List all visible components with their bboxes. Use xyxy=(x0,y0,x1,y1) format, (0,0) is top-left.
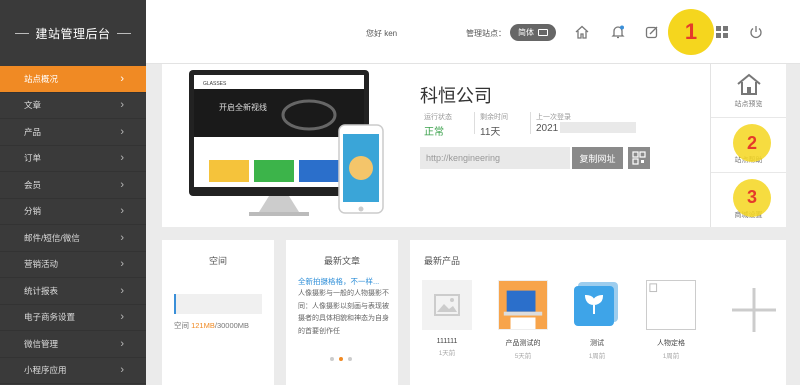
callout-number-3: 3 xyxy=(733,178,771,217)
article-headline-link[interactable]: 全新拍摄格格，不一样... xyxy=(298,276,390,287)
site-overview-card: GLASSES 开启全新视线 科恒公司 运行状态 正常 剩余时间 11天 上一次… xyxy=(162,64,710,227)
sidebar-item-wechat[interactable]: 微信管理 › xyxy=(0,331,146,358)
edit-icon[interactable] xyxy=(642,22,662,42)
chevron-right-icon: › xyxy=(120,99,124,112)
chevron-right-icon: › xyxy=(120,152,124,165)
sidebar: 建站管理后台 站点概况 › 文章 › 产品 › 订单 › 会员 › 分销 › 邮件/短信/微… xyxy=(0,0,146,385)
brand: 建站管理后台 xyxy=(0,0,146,66)
space-card: 空间 空间 121MB/30000MB xyxy=(162,240,274,385)
side-actions: 站点预览 2 站点帮助 3 商城设置 xyxy=(710,64,786,227)
chevron-right-icon: › xyxy=(120,311,124,324)
qr-code-icon xyxy=(632,151,646,165)
chevron-right-icon: › xyxy=(120,72,124,85)
sidebar-item-ecommerce[interactable]: 电子商务设置 › xyxy=(0,305,146,331)
monitor-icon xyxy=(538,29,548,36)
callout-number-1: 1 xyxy=(668,9,714,55)
home-icon[interactable] xyxy=(572,22,592,42)
chevron-right-icon: › xyxy=(120,337,124,350)
copy-url-button[interactable]: 复制网址 xyxy=(572,147,623,169)
space-usage-bar xyxy=(174,294,262,314)
grid-icon[interactable] xyxy=(712,22,732,42)
chevron-right-icon: › xyxy=(120,258,124,271)
carousel-dot xyxy=(330,357,334,361)
power-icon[interactable] xyxy=(746,22,766,42)
image-placeholder-icon xyxy=(422,280,472,330)
chevron-right-icon: › xyxy=(120,231,124,244)
sidebar-item-articles[interactable]: 文章 › xyxy=(0,93,146,119)
greeting: 您好 ken xyxy=(366,29,398,38)
site-help-button[interactable]: 2 站点帮助 xyxy=(711,118,786,173)
product-thumbnail xyxy=(572,280,622,330)
site-url-field[interactable]: http://kengineering xyxy=(420,147,570,169)
sidebar-item-messaging[interactable]: 邮件/短信/微信 › xyxy=(0,225,146,252)
latest-articles-card: 最新文章 全新拍摄格格，不一样... 人像摄影与一般的人物摄影不同：人像摄影以刻… xyxy=(286,240,398,385)
house-icon xyxy=(736,73,761,96)
space-card-title: 空间 xyxy=(208,256,227,266)
brand-title: 建站管理后台 xyxy=(35,26,111,41)
carousel-dot-active xyxy=(339,357,343,361)
product-item[interactable]: 111111 1天前 xyxy=(420,280,474,357)
sidebar-item-overview[interactable]: 站点概况 › xyxy=(0,66,146,93)
site-preview-button[interactable]: 站点预览 xyxy=(711,64,786,119)
broken-image-icon xyxy=(646,280,696,330)
sidebar-item-marketing[interactable]: 营销活动 › xyxy=(0,252,146,278)
bell-icon[interactable] xyxy=(608,22,628,42)
sidebar-item-reports[interactable]: 统计报表 › xyxy=(0,278,146,305)
article-excerpt: 人像摄影与一般的人物摄影不同：人像摄影以刻画与表现被摄者的具体相貌和神态为自身的… xyxy=(298,290,389,335)
sidebar-item-orders[interactable]: 订单 › xyxy=(0,146,146,172)
company-name: 科恒公司 xyxy=(420,86,492,106)
articles-card-title: 最新文章 xyxy=(323,256,360,266)
qr-code-button[interactable] xyxy=(628,147,650,169)
space-usage-text: 空间 121MB/30000MB xyxy=(174,321,250,330)
mockup-logo: GLASSES xyxy=(203,81,227,87)
site-preview-mockup: GLASSES 开启全新视线 xyxy=(189,70,384,216)
chevron-right-icon: › xyxy=(120,284,124,297)
chevron-right-icon: › xyxy=(120,178,124,191)
add-product-plus-icon[interactable] xyxy=(730,286,778,334)
sidebar-item-products[interactable]: 产品 › xyxy=(0,119,146,146)
chevron-right-icon: › xyxy=(120,125,124,138)
sidebar-item-miniapp[interactable]: 小程序应用 › xyxy=(0,358,146,384)
callout-number-2: 2 xyxy=(733,124,771,163)
sidebar-item-members[interactable]: 会员 › xyxy=(0,172,146,199)
manage-site-label: 管理站点： xyxy=(466,29,506,38)
chevron-right-icon: › xyxy=(120,205,124,218)
product-thumbnail xyxy=(498,280,548,330)
product-item[interactable]: 人物定格 1周前 xyxy=(644,280,698,360)
language-switch[interactable]: 简体 xyxy=(510,24,556,41)
products-card-title: 最新产品 xyxy=(424,256,461,266)
shop-settings-button[interactable]: 3 商城设置 xyxy=(711,173,786,227)
stat-remaining-time: 剩余时间 11天 xyxy=(480,114,508,138)
mockup-banner: 开启全新视线 xyxy=(219,102,267,112)
stat-status: 运行状态 正常 xyxy=(424,114,452,138)
chevron-right-icon: › xyxy=(120,364,124,377)
top-bar: 您好 ken 管理站点： 简体 1 xyxy=(146,0,800,64)
product-item[interactable]: 产品测试的 5天前 xyxy=(496,280,550,360)
carousel-dot xyxy=(348,357,352,361)
latest-products-card: 最新产品 111111 1天前 产品测试的 5天前 测试 1周前 人物定格 1周… xyxy=(410,240,786,385)
sidebar-item-distribution[interactable]: 分销 › xyxy=(0,199,146,225)
product-item[interactable]: 测试 1周前 xyxy=(570,280,624,360)
carousel-dots[interactable] xyxy=(330,357,352,361)
redacted-login-time xyxy=(560,122,636,133)
